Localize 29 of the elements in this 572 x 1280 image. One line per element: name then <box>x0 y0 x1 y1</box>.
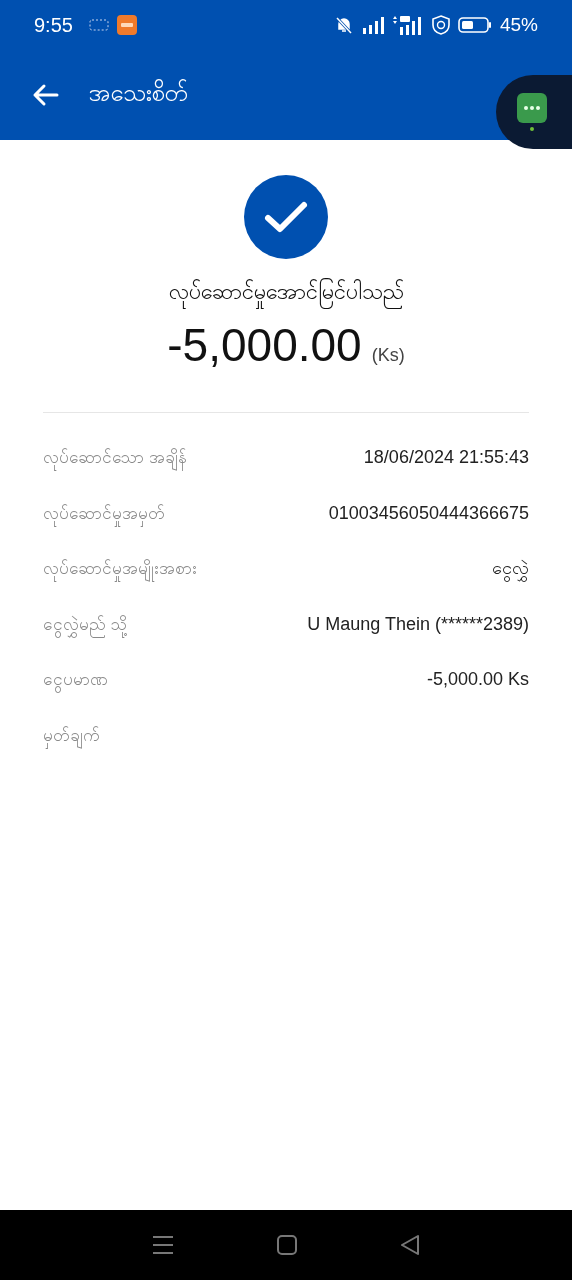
menu-icon[interactable] <box>151 1235 174 1255</box>
back-arrow-icon[interactable] <box>31 83 59 107</box>
detail-label: လုပ်ဆောင်မှုအမှတ် <box>43 500 165 526</box>
chat-icon <box>516 92 550 132</box>
signal-icon <box>361 16 384 34</box>
detail-label: ငွေပမာဏ <box>43 667 108 693</box>
screen-title: အသေးစိတ် <box>89 78 188 108</box>
detail-value: U Maung Thein (******2389) <box>307 612 529 636</box>
status-time: 9:55 <box>34 13 73 37</box>
detail-label: လုပ်ဆောင်မှုအမျိုးအစား <box>43 556 197 582</box>
detail-value: -5,000.00 Ks <box>426 668 529 691</box>
chat-bubble-button[interactable] <box>496 75 572 149</box>
success-check-icon <box>244 175 328 259</box>
detail-label: မှတ်ချက် <box>43 722 100 748</box>
battery-icon <box>457 17 492 33</box>
home-square-icon[interactable] <box>277 1235 297 1255</box>
detail-label: ငွေလွှဲမည် သို့ <box>43 611 127 637</box>
amount: -5,000.00 <box>167 318 362 372</box>
battery-percent: 45% <box>499 14 538 36</box>
currency: (Ks) <box>371 345 405 366</box>
signal-4g-icon <box>391 15 424 35</box>
detail-value: ငွေလွှဲ <box>492 556 529 582</box>
shield-icon <box>431 15 450 35</box>
success-message: လုပ်ဆောင်မှုအောင်မြင်ပါသည် <box>168 277 404 310</box>
detail-label: လုပ်ဆောင်သော အချိန် <box>43 445 187 471</box>
detail-value: 01003456050444366675 <box>328 501 529 525</box>
muted-bell-icon <box>333 15 354 35</box>
detail-value: 18/06/2024 21:55:43 <box>363 446 529 469</box>
back-triangle-icon[interactable] <box>400 1235 421 1255</box>
